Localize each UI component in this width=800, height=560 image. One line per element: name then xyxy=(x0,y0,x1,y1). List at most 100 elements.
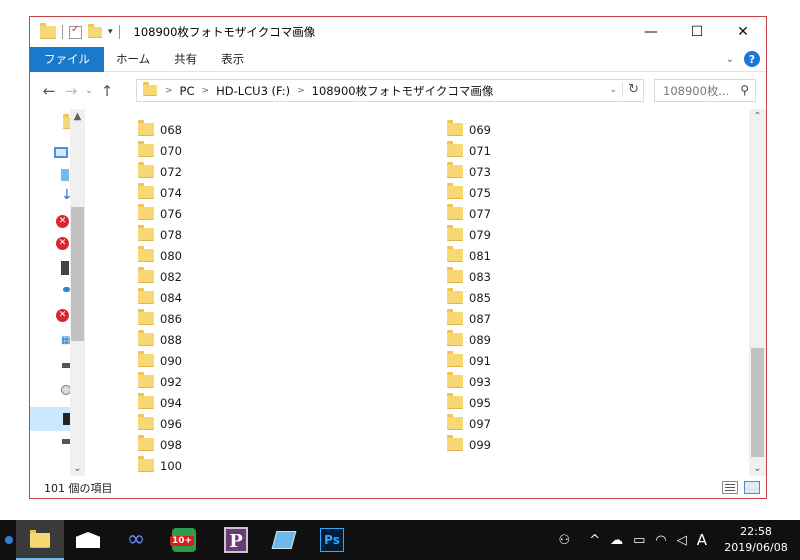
maximize-button[interactable]: ☐ xyxy=(674,17,720,47)
folder-item[interactable]: 098 xyxy=(138,434,338,455)
tab-home[interactable]: ホーム xyxy=(104,47,162,72)
folder-item[interactable]: 087 xyxy=(447,308,647,329)
folder-item[interactable]: 079 xyxy=(447,224,647,245)
scroll-up-icon[interactable]: ⌃ xyxy=(749,111,766,122)
chevron-right-icon[interactable]: > xyxy=(202,86,210,96)
folder-item[interactable]: 083 xyxy=(447,266,647,287)
scroll-down-icon[interactable]: ⌄ xyxy=(70,463,85,474)
tab-share[interactable]: 共有 xyxy=(162,47,209,72)
folder-item[interactable]: 088 xyxy=(138,329,338,350)
folder-item[interactable]: 089 xyxy=(447,329,647,350)
onedrive-icon[interactable] xyxy=(63,287,70,292)
scroll-down-icon[interactable]: ⌄ xyxy=(749,463,766,474)
folder-item[interactable]: 093 xyxy=(447,371,647,392)
forward-arrow-icon[interactable]: → xyxy=(60,82,82,100)
mail-icon xyxy=(76,532,100,548)
folder-item[interactable]: 073 xyxy=(447,161,647,182)
onedrive-icon[interactable]: ☁ xyxy=(610,533,623,548)
drive-icon[interactable] xyxy=(63,413,70,425)
folder-item[interactable]: 080 xyxy=(138,245,338,266)
recent-locations-icon[interactable]: ⌄ xyxy=(82,86,96,96)
folder-item[interactable]: 094 xyxy=(138,392,338,413)
folder-item[interactable]: 100 xyxy=(138,455,338,476)
scroll-up-icon[interactable]: ▲ xyxy=(70,111,85,122)
computer-icon[interactable] xyxy=(54,147,68,158)
nav-scrollbar[interactable]: ▲ ⌄ xyxy=(70,109,85,476)
breadcrumb-folder[interactable]: 108900枚フォトモザイクコマ画像 xyxy=(312,83,494,99)
back-arrow-icon[interactable]: ← xyxy=(38,82,60,100)
nav-scroll-thumb[interactable] xyxy=(71,207,84,341)
drive-icon[interactable] xyxy=(62,363,70,368)
folder-item[interactable]: 074 xyxy=(138,182,338,203)
large-icons-view-button[interactable] xyxy=(744,481,760,494)
folder-item[interactable]: 099 xyxy=(447,434,647,455)
refresh-icon[interactable]: ↻ xyxy=(622,82,639,97)
chevron-up-icon[interactable]: ^ xyxy=(589,533,600,548)
folder-item[interactable]: 092 xyxy=(138,371,338,392)
tab-view[interactable]: 表示 xyxy=(209,47,256,72)
taskbar-infinity-app[interactable]: ∞ xyxy=(112,520,160,560)
folder-item[interactable]: 085 xyxy=(447,287,647,308)
folder-item[interactable]: 082 xyxy=(138,266,338,287)
tab-file[interactable]: ファイル xyxy=(30,46,104,72)
folder-item[interactable]: 084 xyxy=(138,287,338,308)
folder-name: 083 xyxy=(469,269,491,284)
help-icon[interactable]: ? xyxy=(744,51,760,67)
battery-icon[interactable]: ▭ xyxy=(633,533,645,548)
chevron-right-icon[interactable]: > xyxy=(297,86,305,96)
up-arrow-icon[interactable]: ↑ xyxy=(96,82,118,100)
navigation-pane[interactable]: ↓ ✕ ✕ ✕ ▦ ▲ ⌄ xyxy=(30,109,86,476)
film-icon[interactable] xyxy=(61,261,69,275)
search-icon: ⚲ xyxy=(740,83,749,97)
taskbar-file-explorer[interactable] xyxy=(16,520,64,560)
taskbar-photoshop[interactable]: Ps xyxy=(308,520,356,560)
minimize-button[interactable]: — xyxy=(628,17,674,47)
error-icon[interactable]: ✕ xyxy=(56,215,69,228)
folder-item[interactable]: 078 xyxy=(138,224,338,245)
new-folder-icon[interactable] xyxy=(88,23,102,38)
folder-item[interactable]: 071 xyxy=(447,140,647,161)
taskbar-mail[interactable] xyxy=(64,520,112,560)
close-button[interactable]: ✕ xyxy=(720,17,766,47)
drive-icon[interactable] xyxy=(62,439,70,444)
taskbar-notepad[interactable] xyxy=(260,520,308,560)
folder-item[interactable]: 077 xyxy=(447,203,647,224)
taskbar-notification-app[interactable]: 10+ xyxy=(160,520,208,560)
clock[interactable]: 22:58 2019/06/08 xyxy=(712,524,800,556)
ime-indicator[interactable]: A xyxy=(697,531,707,549)
folder-item[interactable]: 086 xyxy=(138,308,338,329)
folder-item[interactable]: 091 xyxy=(447,350,647,371)
customize-toolbar-icon[interactable]: ▾ xyxy=(108,27,113,37)
details-view-button[interactable] xyxy=(722,481,738,494)
error-icon[interactable]: ✕ xyxy=(56,309,69,322)
people-icon[interactable]: ⚇ xyxy=(559,533,571,548)
folder-item[interactable]: 095 xyxy=(447,392,647,413)
folder-item[interactable]: 070 xyxy=(138,140,338,161)
address-bar[interactable]: > PC > HD-LCU3 (F:) > 108900枚フォトモザイクコマ画像… xyxy=(136,79,644,102)
breadcrumb-pc[interactable]: PC xyxy=(180,84,195,98)
folder-item[interactable]: 075 xyxy=(447,182,647,203)
properties-icon[interactable] xyxy=(69,24,82,39)
expand-ribbon-icon[interactable]: ⌄ xyxy=(726,54,734,65)
folder-item[interactable]: 072 xyxy=(138,161,338,182)
scroll-thumb[interactable] xyxy=(751,348,764,457)
volume-icon[interactable]: ◁ xyxy=(677,533,687,548)
folder-item[interactable]: 068 xyxy=(138,119,338,140)
taskbar-p-app[interactable]: P xyxy=(212,520,260,560)
folder-item[interactable]: 096 xyxy=(138,413,338,434)
file-list-scrollbar[interactable]: ⌃ ⌄ xyxy=(749,109,766,476)
breadcrumb-drive[interactable]: HD-LCU3 (F:) xyxy=(216,84,290,98)
folder-item[interactable]: 097 xyxy=(447,413,647,434)
folder-item[interactable]: 081 xyxy=(447,245,647,266)
error-icon[interactable]: ✕ xyxy=(56,237,69,250)
chevron-down-icon[interactable]: ⌄ xyxy=(609,85,617,95)
folder-item[interactable]: 090 xyxy=(138,350,338,371)
search-input[interactable]: 108900枚... ⚲ xyxy=(654,79,756,102)
folder-name: 094 xyxy=(160,395,182,410)
folder-item[interactable]: 076 xyxy=(138,203,338,224)
folder-icon xyxy=(138,351,154,367)
cube-icon[interactable] xyxy=(61,169,69,181)
chevron-right-icon[interactable]: > xyxy=(165,86,173,96)
wifi-icon[interactable]: ◠ xyxy=(655,533,666,548)
folder-item[interactable]: 069 xyxy=(447,119,647,140)
